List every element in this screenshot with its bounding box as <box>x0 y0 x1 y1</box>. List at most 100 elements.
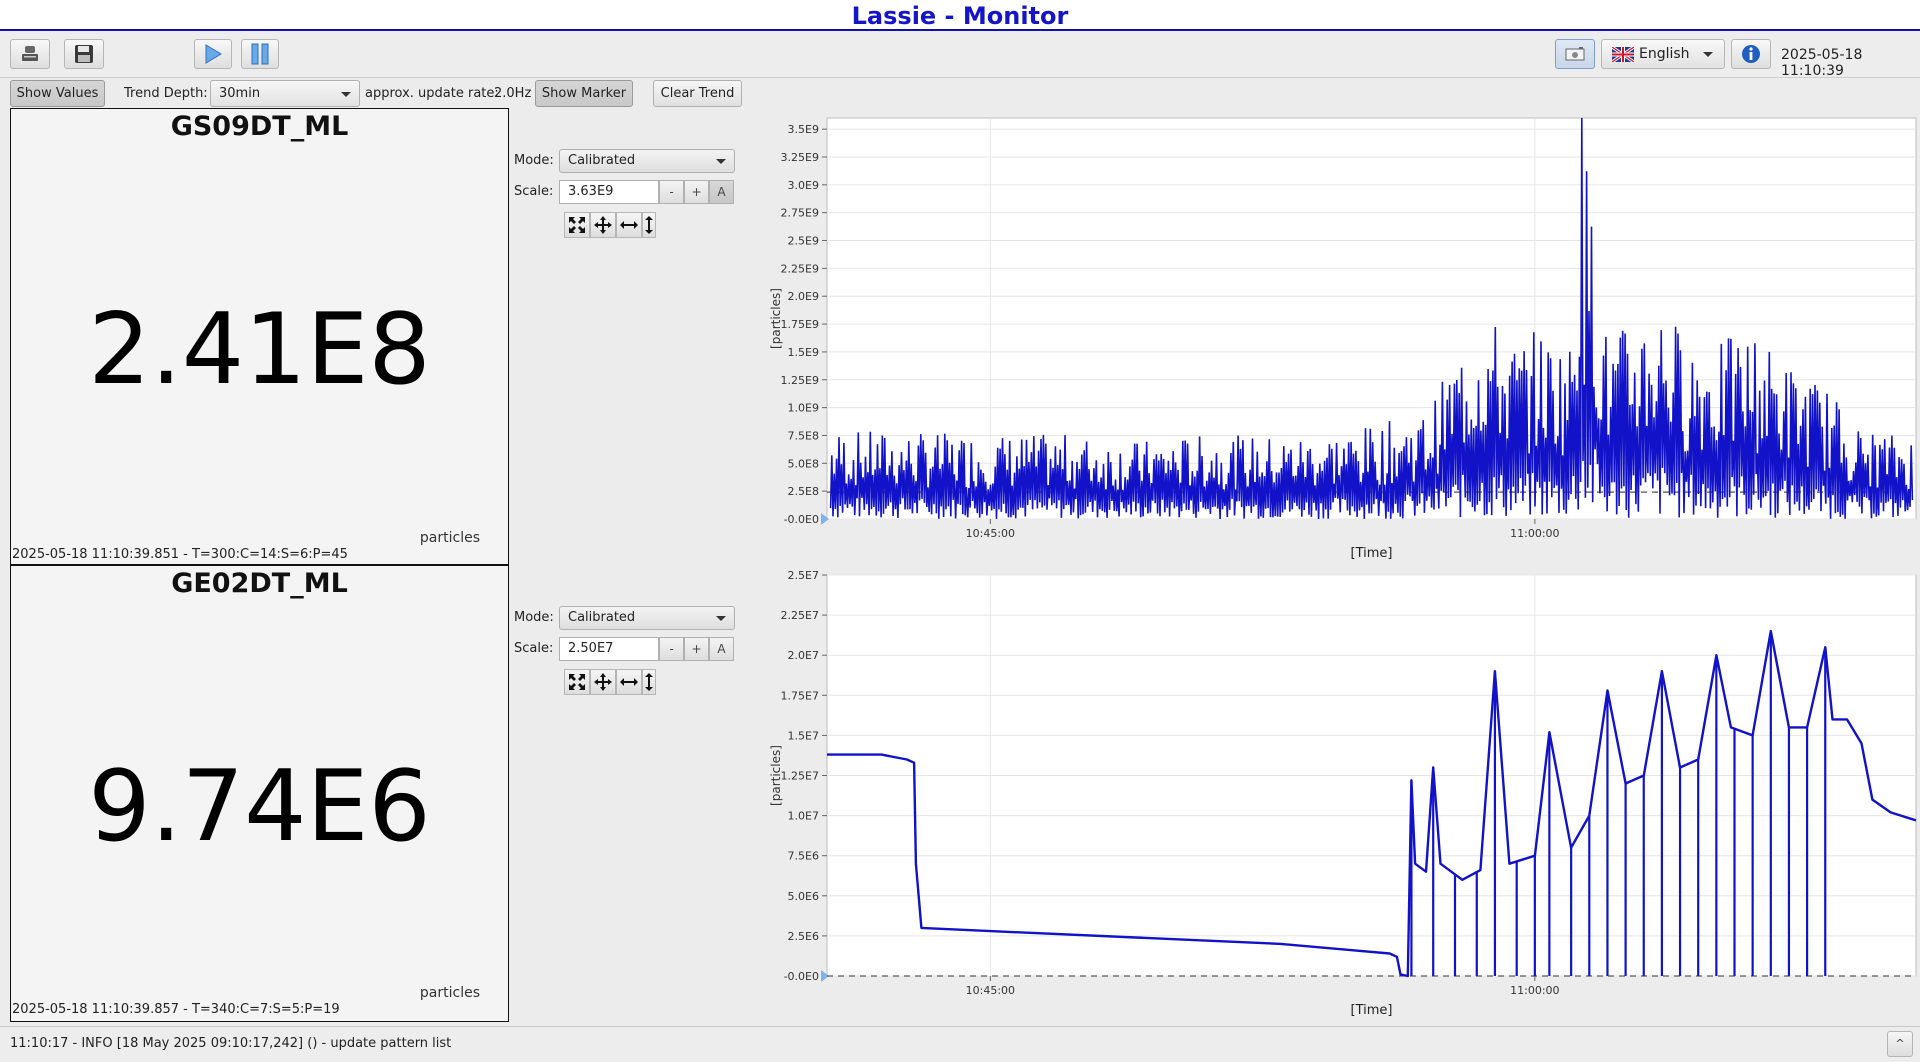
y-tick-label: 1.5E9 <box>788 346 819 359</box>
pause-button[interactable] <box>241 39 279 69</box>
mode-label: Mode: <box>514 153 554 168</box>
chevron-down-icon <box>1703 52 1713 57</box>
x-tick-label: 10:45:00 <box>966 984 1015 997</box>
trend-chart-svg: -0.0E0 2.5E8 5.0E8 7.5E8 1.0E9 1.25E9 1.5E9 1.7… <box>769 117 1917 561</box>
scale-auto-button[interactable]: A <box>709 180 734 204</box>
trend-depth-select[interactable]: 30min <box>210 80 360 107</box>
y-tick-label: 2.5E8 <box>788 485 819 498</box>
x-tick-label: 11:00:00 <box>1510 527 1559 540</box>
trend-chart-gs09dt[interactable]: -0.0E0 2.5E8 5.0E8 7.5E8 1.0E9 1.25E9 1.5E9 1.7… <box>760 108 1920 565</box>
control-group-ge02dt: Mode: Calibrated Scale: 2.50E7 - + A <box>514 606 735 726</box>
scale-increase-button[interactable]: + <box>684 637 709 661</box>
zoom-horizontal-button[interactable] <box>616 669 642 695</box>
screenshot-icon <box>1565 47 1585 61</box>
scale-label: Scale: <box>514 641 554 656</box>
mode-select[interactable]: Calibrated <box>559 606 735 630</box>
value-panel-ge02dt: GE02DT_ML 9.74E6 particles 2025-05-18 11… <box>10 565 509 1022</box>
x-tick-label: 10:45:00 <box>966 527 1015 540</box>
zoom-horizontal-button[interactable] <box>616 212 642 238</box>
vertical-arrows-icon <box>645 216 653 234</box>
y-axis-label: [particles] <box>769 745 783 806</box>
x-tick-label: 11:00:00 <box>1510 984 1559 997</box>
y-tick-label: -0.0E0 <box>784 970 819 983</box>
move-icon <box>594 216 612 234</box>
control-group-gs09dt: Mode: Calibrated Scale: 3.63E9 - + A <box>514 149 735 269</box>
current-value: 9.74E6 <box>88 750 431 864</box>
scale-decrease-button[interactable]: - <box>659 637 684 661</box>
update-rate-value: 2.0Hz <box>494 86 532 101</box>
chevron-down-icon <box>716 616 726 621</box>
chevron-down-icon <box>341 92 351 97</box>
save-button[interactable] <box>64 39 104 69</box>
show-marker-button[interactable]: Show Marker <box>535 80 633 107</box>
scale-label: Scale: <box>514 184 554 199</box>
expand-icon <box>569 674 585 690</box>
scale-input[interactable]: 3.63E9 <box>559 180 659 204</box>
y-tick-label: 2.25E7 <box>781 609 819 622</box>
zoom-vertical-button[interactable] <box>642 212 656 238</box>
horizontal-arrows-icon <box>620 678 638 686</box>
y-tick-label: 1.25E9 <box>781 374 819 387</box>
y-tick-label: 3.0E9 <box>788 179 819 192</box>
control-bar: Show Values Trend Depth: 30min approx. u… <box>0 78 1920 108</box>
scale-increase-button[interactable]: + <box>684 180 709 204</box>
save-icon <box>75 45 93 63</box>
y-tick-label: 2.25E9 <box>781 262 819 275</box>
y-tick-label: 1.0E9 <box>788 402 819 415</box>
status-message: 11:10:17 - INFO [18 May 2025 09:10:17,24… <box>10 1036 452 1051</box>
horizontal-arrows-icon <box>620 221 638 229</box>
y-tick-label: 3.5E9 <box>788 123 819 136</box>
info-button[interactable] <box>1731 39 1771 69</box>
mode-select[interactable]: Calibrated <box>559 149 735 173</box>
device-name: GE02DT_ML <box>171 568 348 599</box>
play-button[interactable] <box>194 39 232 69</box>
chevron-up-icon: ^ <box>1895 1037 1905 1050</box>
pan-button[interactable] <box>590 212 616 238</box>
screenshot-button[interactable] <box>1555 39 1595 69</box>
y-tick-label: 2.5E7 <box>788 569 819 582</box>
unit-label: particles <box>419 530 480 546</box>
y-tick-label: 2.75E9 <box>781 207 819 220</box>
database-button[interactable] <box>10 39 50 69</box>
vertical-arrows-icon <box>645 673 653 691</box>
y-tick-label: -0.0E0 <box>784 513 819 526</box>
trend-chart-ge02dt[interactable]: -0.0E0 2.5E6 5.0E6 7.5E6 1.0E7 1.25E7 1.5E7 1.7… <box>760 565 1920 1022</box>
expand-log-button[interactable]: ^ <box>1887 1031 1913 1057</box>
value-panel-gs09dt: GS09DT_ML 2.41E8 particles 2025-05-18 11… <box>10 108 509 565</box>
y-tick-label: 1.25E7 <box>781 770 819 783</box>
clear-trend-button[interactable]: Clear Trend <box>653 80 742 107</box>
y-tick-label: 7.5E6 <box>788 850 819 863</box>
pan-button[interactable] <box>590 669 616 695</box>
timestamp-footer: 2025-05-18 11:10:39.857 - T=340:C=7:S=5:… <box>12 1002 340 1017</box>
y-tick-label: 3.25E9 <box>781 151 819 164</box>
y-tick-label: 1.75E9 <box>781 318 819 331</box>
current-value: 2.41E8 <box>88 293 431 407</box>
mode-value: Calibrated <box>568 610 636 625</box>
scale-input[interactable]: 2.50E7 <box>559 637 659 661</box>
y-axis-label: [particles] <box>769 288 783 349</box>
y-tick-label: 1.0E7 <box>788 810 819 823</box>
timestamp-footer: 2025-05-18 11:10:39.851 - T=300:C=14:S=6… <box>12 547 348 562</box>
trend-chart-svg: -0.0E0 2.5E6 5.0E6 7.5E6 1.0E7 1.25E7 1.5E7 1.7… <box>769 569 1917 1018</box>
fit-all-button[interactable] <box>564 212 590 238</box>
y-tick-label: 1.5E7 <box>788 729 819 742</box>
trend-depth-value: 30min <box>219 86 261 101</box>
status-bar: 11:10:17 - INFO [18 May 2025 09:10:17,24… <box>0 1026 1920 1062</box>
update-rate-label: approx. update rate: <box>365 86 499 101</box>
y-tick-label: 2.5E9 <box>788 235 819 248</box>
y-tick-label: 5.0E8 <box>788 457 819 470</box>
language-select[interactable]: English <box>1601 39 1725 69</box>
uk-flag-icon <box>1612 47 1634 62</box>
show-values-button[interactable]: Show Values <box>10 80 105 107</box>
scale-auto-button[interactable]: A <box>709 637 734 661</box>
language-label: English <box>1639 46 1690 62</box>
window-title-bar: Lassie - Monitor <box>0 0 1920 31</box>
trend-depth-label: Trend Depth: <box>124 86 208 101</box>
zoom-vertical-button[interactable] <box>642 669 656 695</box>
y-tick-label: 1.75E7 <box>781 689 819 702</box>
scale-decrease-button[interactable]: - <box>659 180 684 204</box>
move-icon <box>594 673 612 691</box>
fit-all-button[interactable] <box>564 669 590 695</box>
device-name: GS09DT_ML <box>170 111 349 142</box>
y-tick-label: 5.0E6 <box>788 890 819 903</box>
